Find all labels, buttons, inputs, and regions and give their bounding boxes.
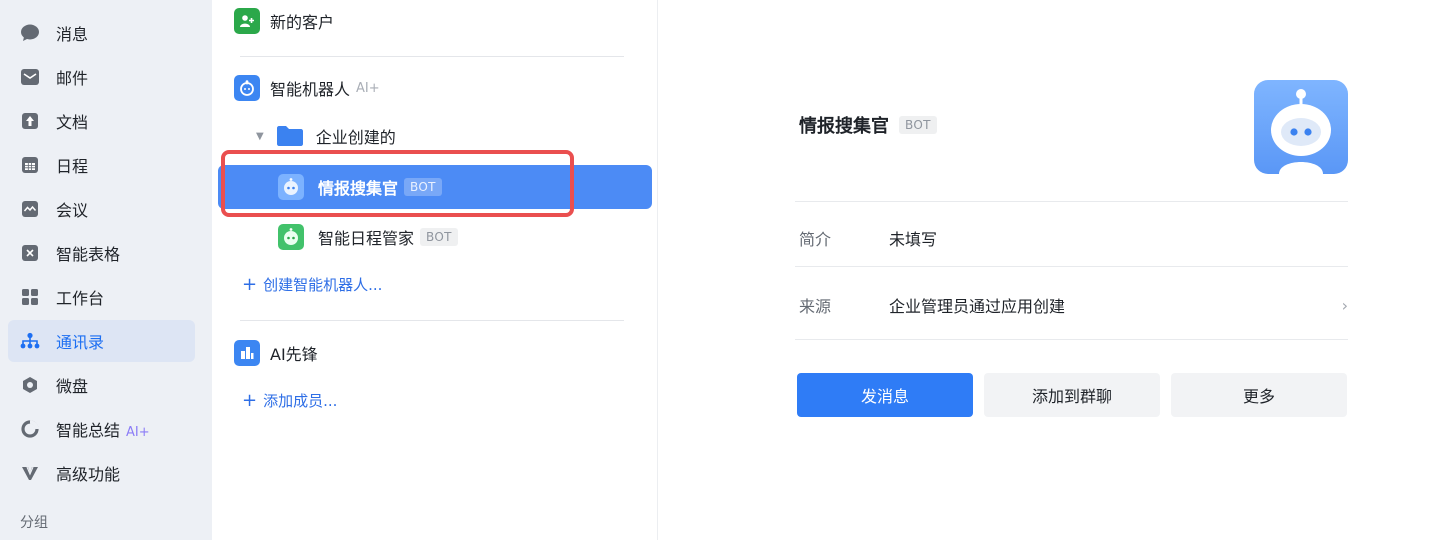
folder-icon: [276, 125, 304, 147]
bot-title-text: 情报搜集官: [799, 116, 889, 137]
bot-badge: BOT: [404, 178, 442, 196]
bot-avatar-large[interactable]: [1254, 80, 1348, 174]
divider: [240, 56, 624, 57]
meeting-icon: [20, 199, 40, 219]
intro-row: 简介 未填写: [799, 226, 1348, 250]
source-value: 企业管理员通过应用创建: [889, 297, 1066, 316]
group-heading: 分组: [20, 515, 48, 531]
workbench-icon: [20, 287, 40, 307]
sidebar-item-contacts[interactable]: 通讯录: [8, 320, 195, 362]
chevron-right-icon: ›: [1341, 295, 1348, 315]
divider: [795, 339, 1348, 340]
bot-avatar-icon: [278, 224, 304, 250]
sidebar-item-label: 高级功能: [56, 465, 121, 484]
sidebar-item-label: 微盘: [56, 377, 89, 396]
smart-bots-label: 智能机器人: [270, 80, 351, 99]
sidebar-item-label: 智能表格: [56, 245, 121, 264]
bot-detail-panel: 情报搜集官 BOT 简介 未填写 来源 企业管理员通过应用创建 › 发消息 添加…: [658, 0, 1429, 540]
create-bot-link[interactable]: + 创建智能机器人...: [242, 274, 382, 295]
sidebar-item-smart-summary[interactable]: 智能总结 AI+: [8, 408, 195, 450]
sidebar: 消息 邮件 文档 日程 会议 智能表格 工作台 通讯录 微盘 智能总结 AI+ …: [0, 0, 212, 540]
calendar-icon: [20, 155, 40, 175]
caret-down-icon: ▼: [256, 130, 264, 142]
bot-name: 情报搜集官: [318, 179, 399, 198]
divider: [795, 266, 1348, 267]
ai-plus-tag: AI+: [356, 80, 380, 96]
sidebar-item-workbench[interactable]: 工作台: [8, 276, 195, 318]
ai-pioneer-label: AI先锋: [270, 345, 318, 364]
intro-value: 未填写: [889, 230, 938, 249]
sidebar-item-label: 消息: [56, 25, 89, 44]
add-person-icon: [234, 8, 260, 34]
sidebar-item-label: 通讯录: [56, 333, 105, 352]
contacts-icon: [20, 331, 40, 351]
robot-icon: [234, 75, 260, 101]
add-member-label: 添加成员...: [263, 392, 338, 410]
contact-list-panel: 新的客户 智能机器人 AI+ ▼ 企业创建的 情报搜集官 BOT 智能日程管家 …: [212, 0, 658, 540]
ai-plus-tag: AI+: [126, 425, 150, 440]
sidebar-item-mail[interactable]: 邮件: [8, 56, 195, 98]
sidebar-item-label: 工作台: [56, 289, 105, 308]
sidebar-item-docs[interactable]: 文档: [8, 100, 195, 142]
bot-item-intel-collector[interactable]: 情报搜集官 BOT: [218, 165, 652, 209]
plus-icon: +: [242, 274, 258, 295]
sidebar-item-label: 会议: [56, 201, 89, 220]
sidebar-item-smart-table[interactable]: 智能表格: [8, 232, 195, 274]
sidebar-item-advanced[interactable]: 高级功能: [8, 452, 195, 494]
folder-enterprise-created[interactable]: ▼ 企业创建的: [256, 124, 396, 148]
bot-title: 情报搜集官 BOT: [799, 112, 937, 138]
document-icon: [20, 111, 40, 131]
plus-icon: +: [242, 390, 258, 411]
divider: [240, 320, 624, 321]
folder-label: 企业创建的: [315, 128, 396, 147]
smart-bots-section[interactable]: 智能机器人 AI+: [234, 75, 380, 101]
bot-item-schedule-steward[interactable]: 智能日程管家 BOT: [278, 224, 458, 250]
source-row[interactable]: 来源 企业管理员通过应用创建 ›: [799, 293, 1348, 317]
bot-avatar-icon: [278, 174, 304, 200]
sidebar-item-meeting[interactable]: 会议: [8, 188, 195, 230]
source-key: 来源: [799, 297, 832, 316]
divider: [795, 201, 1348, 202]
send-message-button[interactable]: 发消息: [797, 373, 973, 417]
create-bot-label: 创建智能机器人...: [263, 276, 383, 294]
sidebar-item-label: 智能总结 AI+: [56, 421, 150, 440]
add-to-group-button[interactable]: 添加到群聊: [984, 373, 1160, 417]
app-window: 消息 邮件 文档 日程 会议 智能表格 工作台 通讯录 微盘 智能总结 AI+ …: [0, 0, 1429, 540]
bot-badge: BOT: [899, 116, 937, 134]
sidebar-item-label: 文档: [56, 113, 89, 132]
new-customers-label: 新的客户: [270, 13, 335, 32]
smart-table-icon: [20, 243, 40, 263]
sidebar-item-label: 邮件: [56, 69, 89, 88]
add-member-link[interactable]: + 添加成员...: [242, 390, 337, 411]
summary-icon: [20, 419, 40, 439]
sidebar-item-messages[interactable]: 消息: [8, 12, 195, 54]
org-icon: [234, 340, 260, 366]
ai-pioneer-item[interactable]: AI先锋: [234, 340, 318, 366]
more-button[interactable]: 更多: [1171, 373, 1347, 417]
robot-avatar-icon: [1271, 89, 1331, 174]
advanced-icon: [20, 463, 40, 483]
sidebar-item-calendar[interactable]: 日程: [8, 144, 195, 186]
mail-icon: [20, 67, 40, 87]
intro-key: 简介: [799, 230, 832, 249]
bot-item-content: 情报搜集官 BOT: [278, 174, 442, 200]
sidebar-item-label: 日程: [56, 157, 89, 176]
chat-bubble-icon: [20, 23, 40, 43]
new-customers-item[interactable]: 新的客户: [234, 8, 334, 34]
sidebar-item-drive[interactable]: 微盘: [8, 364, 195, 406]
bot-name: 智能日程管家: [318, 229, 415, 248]
drive-icon: [20, 375, 40, 395]
bot-badge: BOT: [420, 228, 458, 246]
